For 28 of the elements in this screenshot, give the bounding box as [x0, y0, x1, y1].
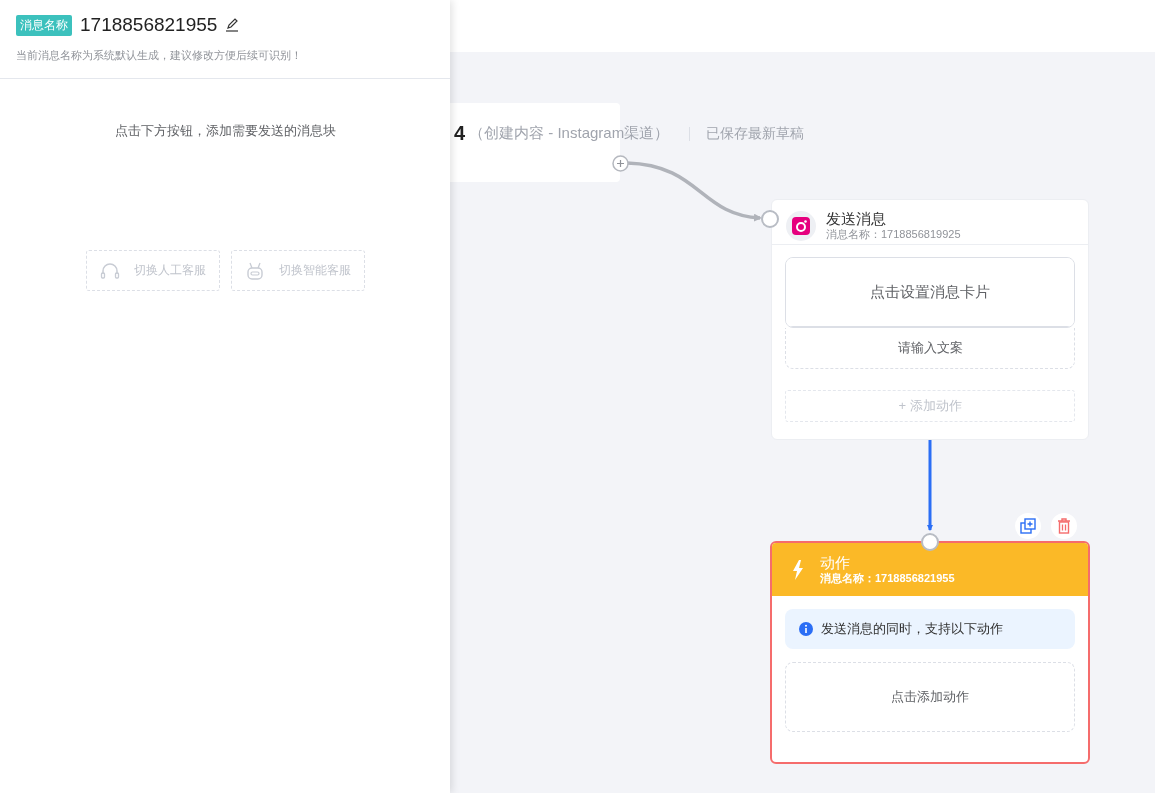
prompt-text: 点击下方按钮，添加需要发送的消息块 — [113, 122, 337, 140]
copy-text-field[interactable]: 请输入文案 — [785, 328, 1075, 369]
message-name: 1718856821955 — [80, 14, 218, 36]
flow-subtitle: （创建内容 - Instagram渠道） — [469, 124, 670, 143]
robot-icon — [245, 260, 265, 281]
add-action-button[interactable]: 点击添加动作 — [785, 662, 1075, 732]
send-message-node[interactable]: 发送消息 消息名称：1718856819925 点击设置消息卡片 请输入文案 + 添加动作 — [771, 199, 1089, 440]
input-handle[interactable] — [921, 533, 939, 551]
add-icon[interactable] — [612, 155, 629, 172]
node-title: 发送消息 — [826, 210, 887, 229]
input-handle[interactable] — [761, 210, 779, 228]
duplicate-icon[interactable] — [1015, 513, 1041, 539]
node-name: 消息名称：1718856819925 — [826, 228, 961, 242]
camera-icon — [786, 211, 816, 241]
delete-icon[interactable] — [1051, 513, 1077, 539]
info-text: 发送消息的同时，支持以下动作 — [821, 620, 1003, 638]
name-tag: 消息名称 — [16, 14, 72, 36]
lightning-icon — [792, 559, 804, 580]
message-card-button[interactable]: 点击设置消息卡片 — [786, 258, 1074, 327]
headset-icon — [100, 261, 120, 280]
pencil-icon[interactable] — [225, 18, 240, 32]
save-status: 已保存最新草稿 — [706, 124, 805, 143]
node-title: 动作 — [820, 553, 851, 572]
flow-title: 4 — [454, 122, 466, 145]
action-node[interactable]: 动作 消息名称：1718856821955 发送消息的同时，支持以下动作 点击添加动作 — [770, 541, 1090, 764]
node-name: 消息名称：1718856821955 — [820, 571, 955, 586]
info-icon — [799, 622, 813, 636]
hint-text: 当前消息名称为系统默认生成，建议修改方便后续可识别！ — [16, 48, 303, 63]
